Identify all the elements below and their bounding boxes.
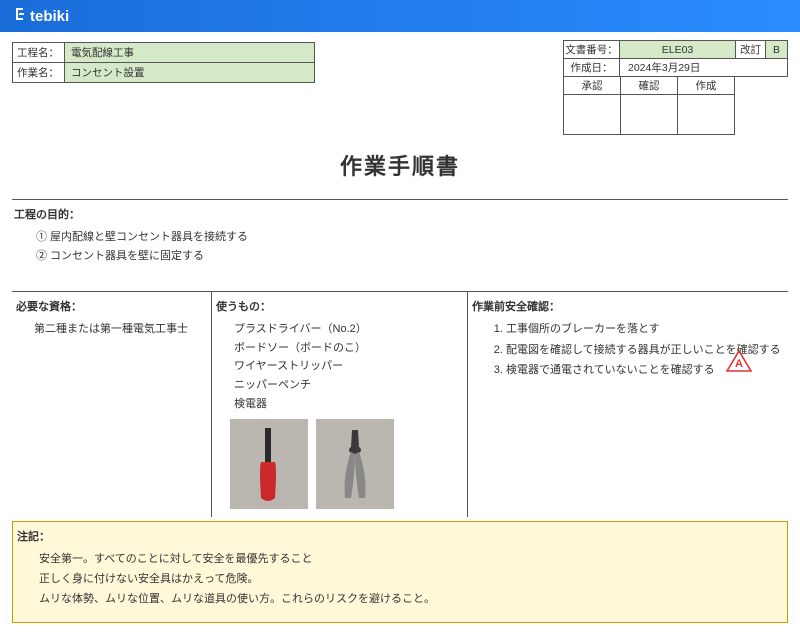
proc-label: 工程名：: [13, 43, 65, 63]
task-value: コンセント設置: [65, 63, 315, 83]
tool-item: プラスドライバー（No.2）: [234, 320, 463, 339]
brand-name: tebiki: [30, 8, 69, 25]
safety-column: 作業前安全確認： 工事個所のブレーカーを落とす 配電図を確認して接続する器具が正…: [468, 292, 788, 517]
qualification-column: 必要な資格： 第二種または第一種電気工事士: [12, 292, 212, 517]
date-label: 作成日：: [564, 59, 620, 77]
document-page: 工程名： 電気配線工事 作業名： コンセント設置 文書番号： ELE03 改訂 …: [0, 32, 800, 635]
tool-item: ワイヤーストリッパー: [234, 357, 463, 376]
tool-item: ニッパーペンチ: [234, 376, 463, 395]
purpose-section: 工程の目的： ① 屋内配線と壁コンセント器具を接続する ② コンセント器具を壁に…: [12, 199, 788, 291]
purpose-line1: ① 屋内配線と壁コンセント器具を接続する: [36, 228, 786, 247]
tool-image-screwdriver: [230, 419, 308, 509]
tools-column: 使うもの： プラスドライバー（No.2） ボードソー（ボードのこ） ワイヤースト…: [212, 292, 468, 517]
rev-value: B: [766, 41, 788, 59]
header-left: 工程名： 電気配線工事 作業名： コンセント設置: [12, 42, 315, 83]
tool-item: 検電器: [234, 395, 463, 414]
notes-label: 注記：: [17, 528, 783, 544]
date-value: 2024年3月29日: [620, 59, 788, 77]
brand-logo: [14, 7, 30, 25]
doc-title: 作業手順書: [12, 149, 788, 181]
warning-triangle-icon: A: [726, 350, 752, 375]
rev-label: 改訂: [736, 41, 766, 59]
header-right: 文書番号： ELE03 改訂 B 作成日： 2024年3月29日 承認 確認 作…: [563, 40, 788, 135]
purpose-line2: ② コンセント器具を壁に固定する: [36, 247, 786, 266]
note-line: 安全第一。すべてのことに対して安全を最優先すること: [39, 550, 783, 570]
proc-value: 電気配線工事: [65, 43, 315, 63]
purpose-label: 工程の目的：: [14, 206, 786, 222]
check-label: 確認: [621, 77, 678, 95]
tool-image-pliers: [316, 419, 394, 509]
docno-label: 文書番号：: [564, 41, 620, 59]
check-stamp: [621, 95, 678, 135]
three-column-section: 必要な資格： 第二種または第一種電気工事士 使うもの： プラスドライバー（No.…: [12, 291, 788, 517]
task-label: 作業名：: [13, 63, 65, 83]
create-label: 作成: [678, 77, 735, 95]
approve-stamp: [564, 95, 621, 135]
tools-label: 使うもの：: [216, 298, 463, 314]
note-line: 正しく身に付けない安全具はかえって危険。: [39, 570, 783, 590]
safety-label: 作業前安全確認：: [472, 298, 784, 314]
safety-item: 工事個所のブレーカーを落とす: [506, 320, 784, 339]
qual-label: 必要な資格：: [16, 298, 207, 314]
app-topbar: tebiki: [0, 0, 800, 32]
svg-text:A: A: [735, 358, 743, 370]
tool-item: ボードソー（ボードのこ）: [234, 339, 463, 358]
create-stamp: [678, 95, 735, 135]
note-line: ムリな体勢、ムリな位置、ムリな道具の使い方。これらのリスクを避けること。: [39, 590, 783, 610]
approve-label: 承認: [564, 77, 621, 95]
notes-section: 注記： 安全第一。すべてのことに対して安全を最優先すること 正しく身に付けない安…: [12, 521, 788, 622]
qual-text: 第二種または第一種電気工事士: [34, 320, 207, 339]
docno-value: ELE03: [620, 41, 736, 59]
